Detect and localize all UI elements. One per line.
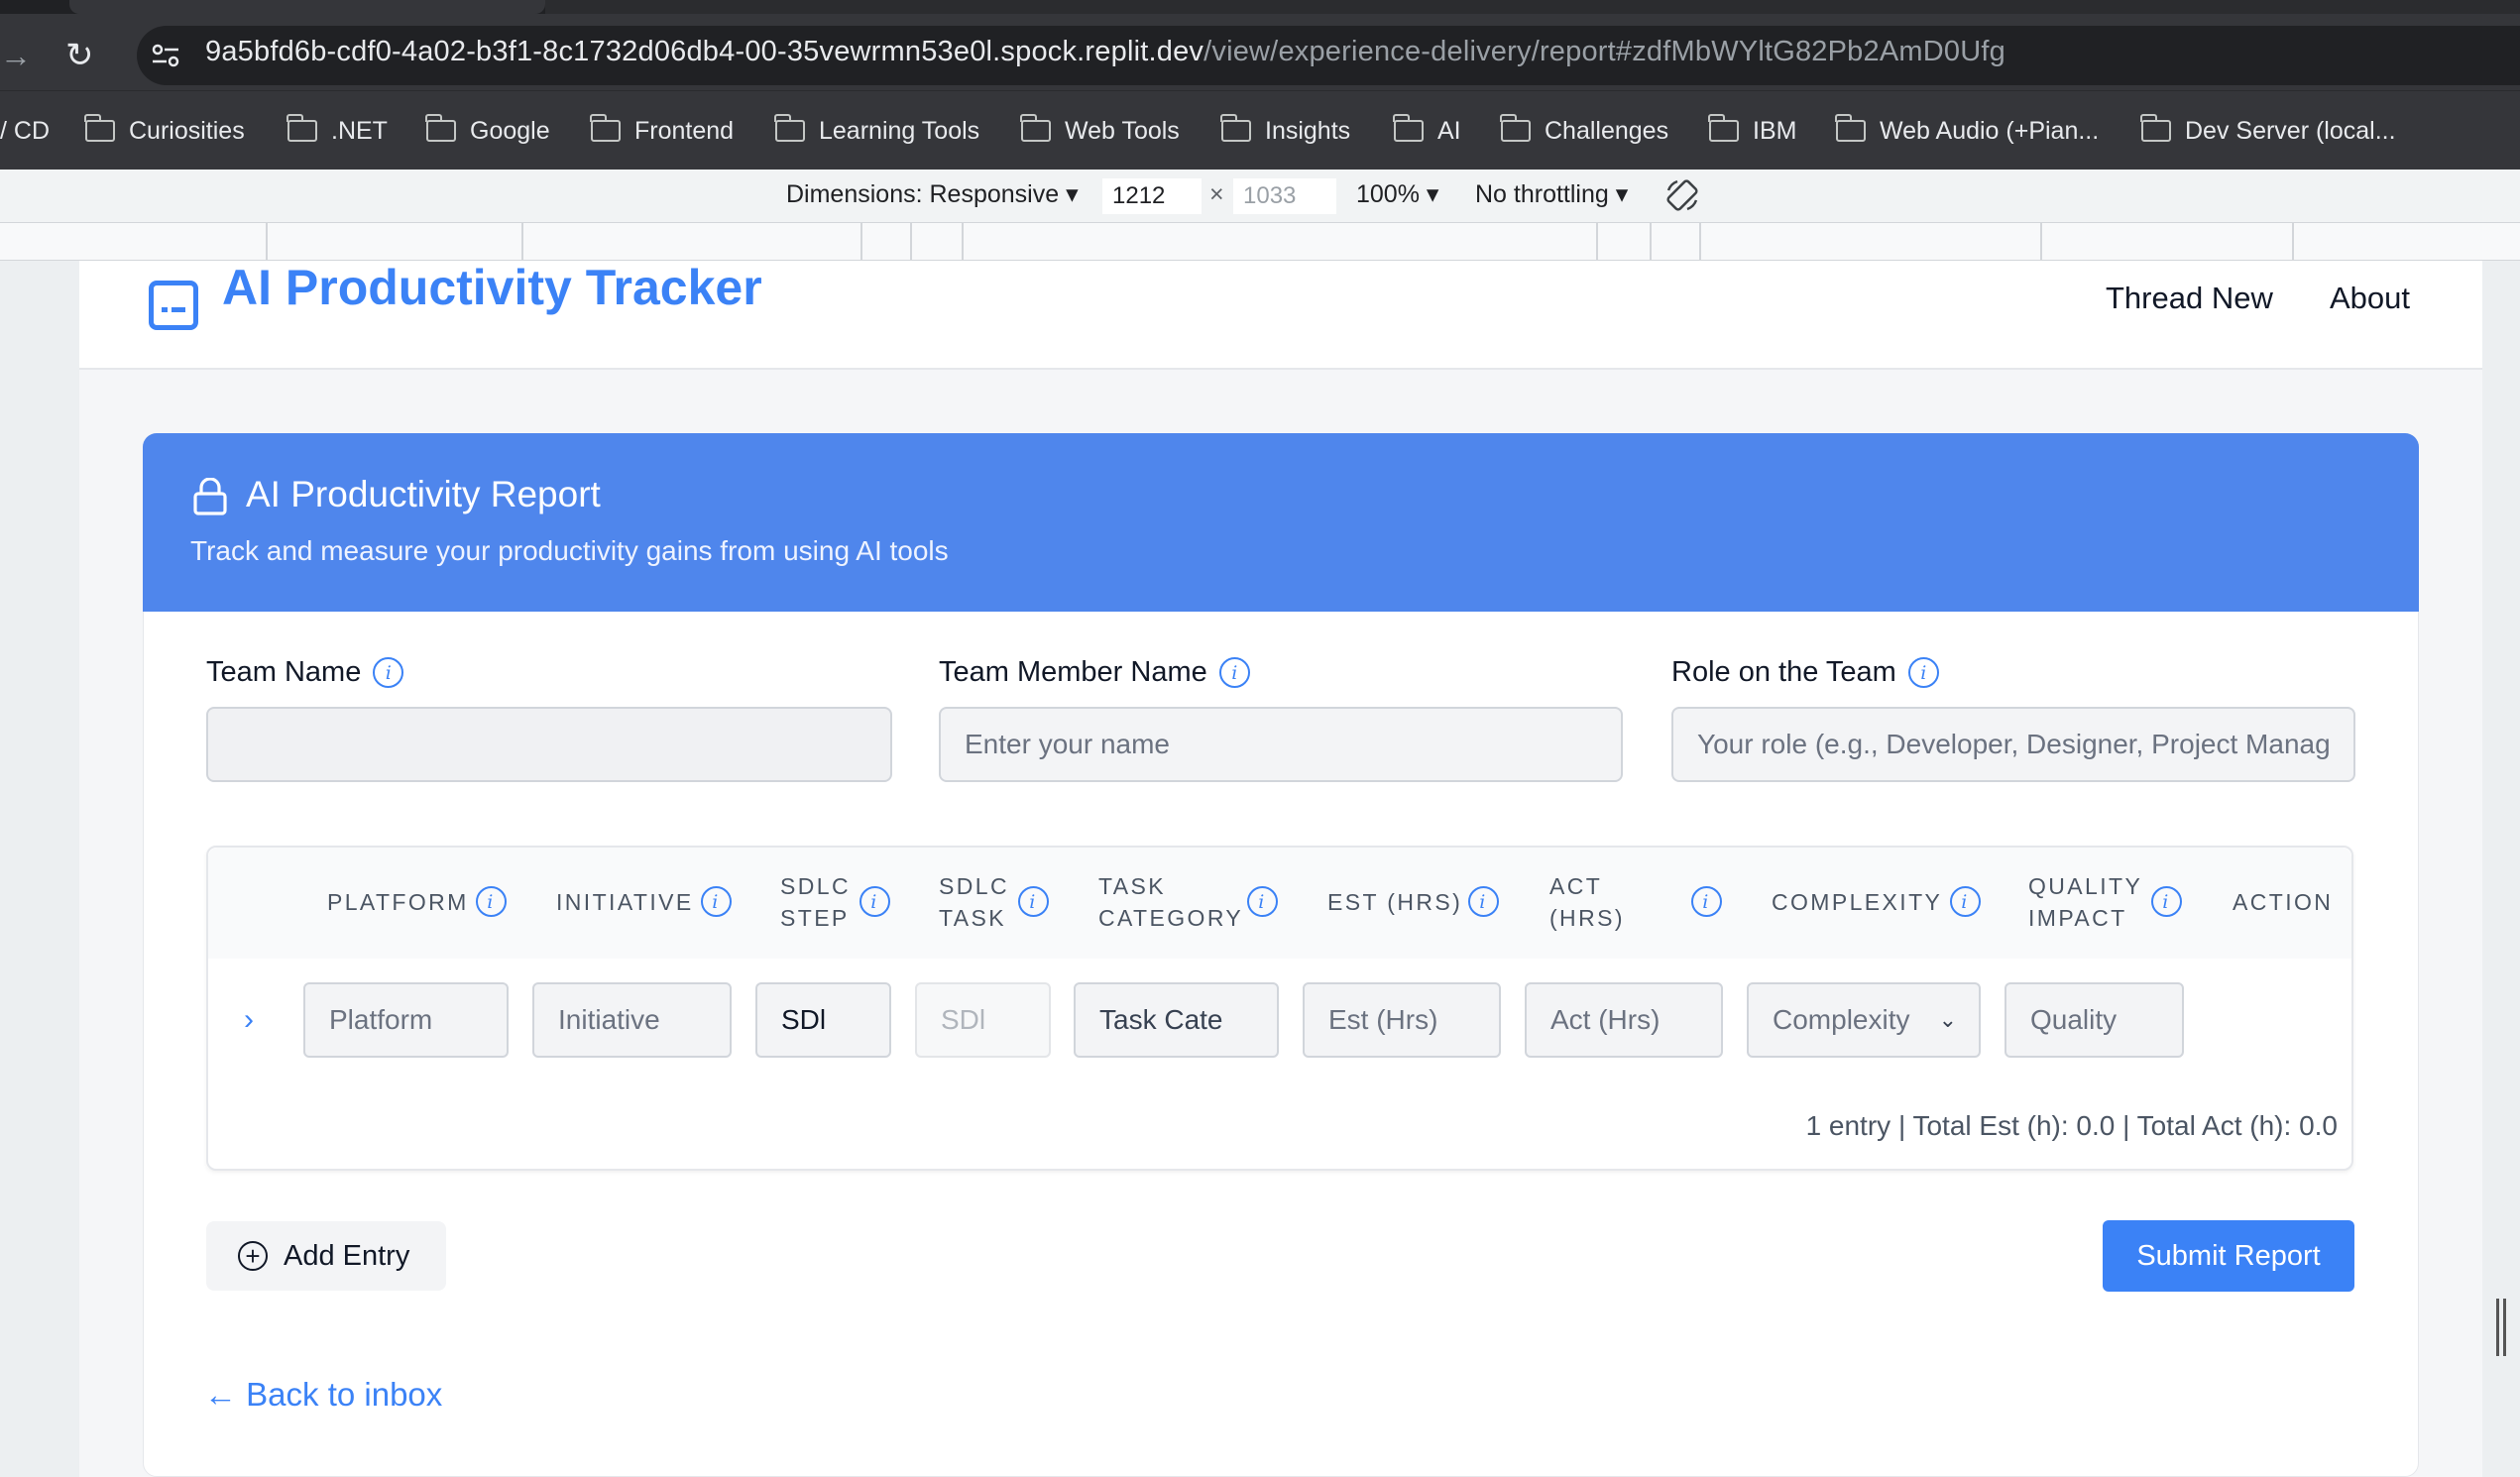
folder-icon [590,114,621,142]
act-hrs-cell-input[interactable]: Act (Hrs) [1525,982,1723,1058]
info-icon[interactable]: i [859,886,890,917]
bookmark-item[interactable]: AI [1393,113,1461,149]
col-initiative: INITIATIVE i [556,886,732,918]
sdlc-task-cell-input: SDl [915,982,1051,1058]
app-title[interactable]: AI Productivity Tracker [222,261,762,316]
info-icon[interactable]: i [1950,886,1981,917]
folder-icon [2140,114,2171,142]
info-icon[interactable]: i [1247,886,1278,917]
member-name-label: Team Member Name i [939,656,1250,689]
back-to-inbox-link[interactable]: ← Back to inbox [204,1376,442,1414]
bookmark-item[interactable]: Web Tools [1020,113,1180,149]
info-icon[interactable]: i [373,657,404,688]
info-icon[interactable]: i [1691,886,1722,917]
lock-icon [192,477,228,515]
bookmark-item[interactable]: Dev Server (local... [2140,113,2396,149]
bookmark-item[interactable]: Learning Tools [774,113,979,149]
bookmark-item[interactable]: Challenges [1500,113,1668,149]
rotate-icon[interactable] [1663,176,1701,214]
info-icon[interactable]: i [1907,657,1939,688]
quality-cell-input[interactable]: Quality [2005,982,2184,1058]
col-action: ACTION [2233,889,2334,915]
media-query-ruler[interactable] [0,223,2520,261]
col-act-hrs: ACT (HRS) i [1549,870,1722,934]
col-est-hrs: EST (HRS) i [1327,886,1499,918]
bookmark-item[interactable]: Web Audio (+Pian... [1835,113,2099,149]
folder-icon [774,114,805,142]
throttling-select[interactable]: No throttling ▾ [1475,179,1628,209]
member-name-input[interactable]: Enter your name [939,707,1623,782]
folder-icon [1220,114,1251,142]
chevron-right-icon[interactable]: › [244,1003,254,1037]
task-category-cell-input[interactable]: Task Cate [1074,982,1279,1058]
submit-report-button[interactable]: Submit Report [2103,1220,2354,1292]
folder-icon [425,114,456,142]
logo-icon [149,281,198,330]
complexity-select[interactable]: Complexity ⌄ [1747,982,1981,1058]
resize-handle[interactable] [2496,1299,2506,1356]
team-name-label: Team Name i [206,656,404,689]
role-label: Role on the Team i [1671,656,1939,689]
info-icon[interactable]: i [1018,886,1049,917]
plus-circle-icon: + [238,1241,268,1271]
width-input[interactable]: 1212 [1102,178,1202,214]
folder-icon [1393,114,1424,142]
reload-icon[interactable]: ↻ [65,36,94,75]
est-hrs-cell-input[interactable]: Est (Hrs) [1303,982,1501,1058]
bookmark-item[interactable]: Frontend [590,113,734,149]
bookmark-item[interactable]: Curiosities [84,113,245,149]
sdlc-step-cell-input[interactable]: SDl [755,982,891,1058]
info-icon[interactable]: i [1218,657,1250,688]
card-header [143,433,2419,612]
info-icon[interactable]: i [1468,886,1499,917]
platform-cell-input[interactable]: Platform [303,982,509,1058]
team-name-input[interactable] [206,707,892,782]
col-complexity: COMPLEXITY i [1772,886,1981,918]
col-task-category: TASK CATEGORY i [1098,870,1278,934]
folder-icon [286,114,317,142]
nav-link-about[interactable]: About [2330,281,2410,316]
bookmark-item[interactable]: IBM [1708,113,1796,149]
header-content: AI Productivity Tracker Thread New About [79,261,2482,368]
folder-icon [1708,114,1739,142]
folder-icon [1500,114,1531,142]
card-subtitle: Track and measure your productivity gain… [190,535,949,566]
folder-icon [84,114,115,142]
info-icon[interactable]: i [701,886,732,917]
height-input[interactable]: 1033 [1233,178,1336,214]
zoom-select[interactable]: 100% ▾ [1356,179,1438,209]
col-sdlc-step: SDLC STEP i [780,870,890,934]
times-sign: × [1209,180,1224,208]
col-sdlc-task: SDLC TASK i [939,870,1049,934]
col-platform: PLATFORM i [327,886,507,918]
initiative-cell-input[interactable]: Initiative [532,982,732,1058]
forward-icon[interactable]: → [0,38,32,74]
site-info-icon[interactable] [151,42,180,69]
role-input[interactable]: Your role (e.g., Developer, Designer, Pr… [1671,707,2355,782]
dimensions-select[interactable]: Dimensions: Responsive ▾ [786,179,1079,209]
folder-icon [1835,114,1866,142]
info-icon[interactable]: i [476,886,507,917]
url-text: 9a5bfd6b-cdf0-4a02-b3f1-8c1732d06db4-00-… [205,36,2005,67]
folder-icon [1020,114,1051,142]
bookmark-item[interactable]: .NET [286,113,388,149]
table-totals: 1 entry | Total Est (h): 0.0 | Total Act… [1805,1110,2338,1141]
header-divider [79,368,2482,370]
info-icon[interactable]: i [2151,886,2182,917]
card-title: AI Productivity Report [246,474,601,514]
bookmark-item[interactable]: / CD [0,113,50,149]
tab-strip [0,0,2520,14]
chevron-down-icon: ⌄ [1938,1007,1957,1032]
bookmark-item[interactable]: Insights [1220,113,1350,149]
nav-link-thread-new[interactable]: Thread New [2106,281,2273,316]
col-quality-impact: QUALITY IMPACT i [2028,870,2182,934]
bookmark-item[interactable]: Google [425,113,550,149]
add-entry-button[interactable]: + Add Entry [206,1221,446,1291]
